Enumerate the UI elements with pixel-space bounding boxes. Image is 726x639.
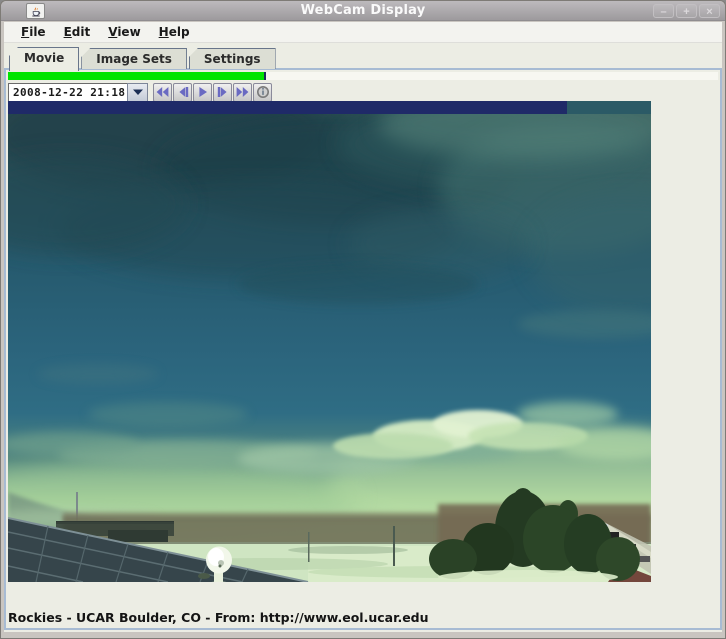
chevron-down-icon xyxy=(132,88,144,96)
info-button[interactable] xyxy=(253,83,272,102)
time-combobox-dropdown-button[interactable] xyxy=(127,83,148,102)
menu-view[interactable]: View xyxy=(99,23,149,41)
movie-progress-fill xyxy=(8,72,264,80)
time-combobox: 2008-12-22 21:18:00Z xyxy=(8,83,148,102)
maximize-button[interactable]: + xyxy=(676,4,697,18)
playback-controls: 2008-12-22 21:18:00Z xyxy=(8,82,272,102)
step-back-button[interactable] xyxy=(173,83,192,102)
play-button[interactable] xyxy=(193,83,212,102)
menu-help[interactable]: Help xyxy=(150,23,199,41)
main-panel: Movie Image Sets Settings 2008-12-22 21:… xyxy=(4,43,722,632)
menu-file[interactable]: File xyxy=(12,23,55,41)
menu-bar: File Edit View Help xyxy=(4,22,722,43)
time-combobox-value[interactable]: 2008-12-22 21:18:00Z xyxy=(8,83,127,102)
status-label: Rockies - UCAR Boulder, CO - From: http:… xyxy=(8,610,429,625)
play-icon xyxy=(197,86,208,98)
playback-button-row xyxy=(153,83,272,102)
tab-image-sets[interactable]: Image Sets xyxy=(81,48,187,69)
title-bar[interactable]: WebCam Display – + × xyxy=(1,1,725,21)
fast-forward-icon xyxy=(236,86,249,98)
webcam-scene xyxy=(8,114,651,582)
minimize-button[interactable]: – xyxy=(653,4,674,18)
window-title: WebCam Display xyxy=(1,3,725,18)
tab-bar: Movie Image Sets Settings xyxy=(9,47,276,71)
webcam-display-window: WebCam Display – + × File Edit View Help… xyxy=(0,0,726,639)
tab-movie[interactable]: Movie xyxy=(9,47,79,71)
webcam-image: http://www.eol.ucar.edu/webcam NCAR Foot… xyxy=(8,101,651,582)
close-button[interactable]: × xyxy=(699,4,720,18)
movie-progress-track[interactable] xyxy=(8,72,718,80)
rewind-icon xyxy=(156,86,169,98)
tab-settings[interactable]: Settings xyxy=(189,48,276,69)
window-controls: – + × xyxy=(653,4,720,18)
info-icon xyxy=(256,85,270,99)
step-back-icon xyxy=(177,86,189,98)
rewind-button[interactable] xyxy=(153,83,172,102)
fast-forward-button[interactable] xyxy=(233,83,252,102)
webcam-overlay-bar: http://www.eol.ucar.edu/webcam NCAR Foot… xyxy=(8,101,567,114)
menu-edit[interactable]: Edit xyxy=(55,23,100,41)
step-forward-button[interactable] xyxy=(213,83,232,102)
movie-tab-panel: 2008-12-22 21:18:00Z xyxy=(4,68,722,630)
movie-progress-marker xyxy=(264,72,266,80)
step-forward-icon xyxy=(217,86,229,98)
